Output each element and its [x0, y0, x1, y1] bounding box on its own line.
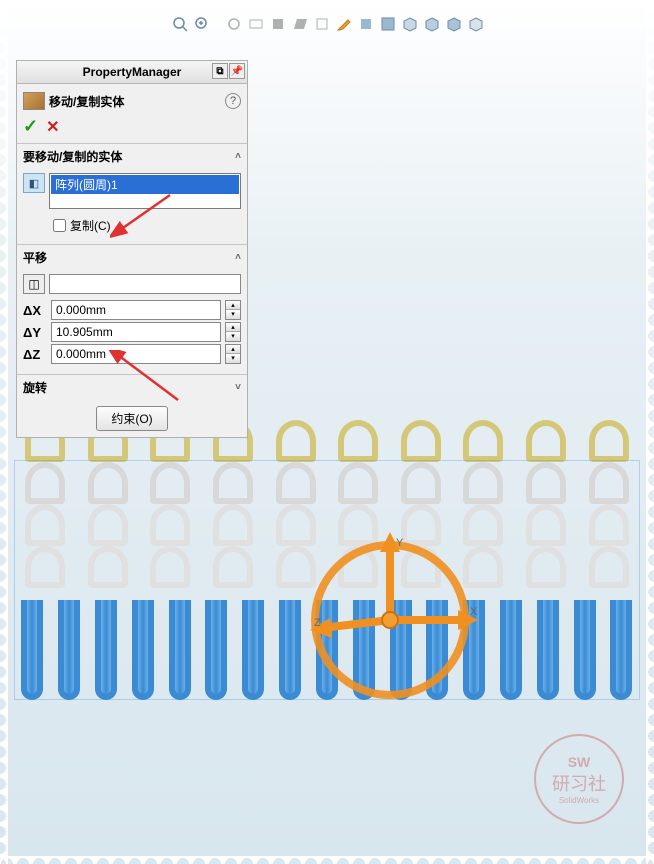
dx-input[interactable] [51, 300, 221, 320]
cube3-icon[interactable] [444, 14, 464, 34]
pm-confirm-row: ✓ ✕ [17, 114, 247, 143]
constraint-button[interactable]: 约束(O) [96, 406, 167, 431]
pm-collapse-icon[interactable]: ⧉ [212, 63, 228, 79]
dx-spinner[interactable]: ▴▾ [225, 300, 241, 320]
rotate-section: 旋转 ˅ [17, 374, 247, 400]
zoom-area-icon[interactable] [192, 14, 212, 34]
bodies-section: 要移动/复制的实体 ˄ ◧ 阵列(圆周)1 复制(C) [17, 143, 247, 244]
graphics-viewport[interactable] [14, 420, 640, 764]
move-copy-icon [23, 92, 45, 110]
rotate-section-header[interactable]: 旋转 ˅ [17, 375, 247, 400]
watermark-sw: SW [568, 754, 591, 770]
chevron-up-icon: ˄ [235, 252, 241, 263]
dy-label: ΔY [23, 325, 47, 340]
view-settings-icon[interactable] [378, 14, 398, 34]
ok-button[interactable]: ✓ [23, 116, 38, 137]
section-view-icon[interactable] [246, 14, 266, 34]
pm-header-title: PropertyManager [83, 65, 182, 79]
cube2-icon[interactable] [422, 14, 442, 34]
cube1-icon[interactable] [400, 14, 420, 34]
translate-section: 平移 ˄ ◫ ΔX ▴▾ ΔY ▴▾ ΔZ ▴▾ [17, 244, 247, 374]
translate-header-label: 平移 [23, 249, 47, 266]
copy-checkbox[interactable] [53, 219, 66, 232]
body-select-icon[interactable]: ◧ [23, 173, 45, 193]
dz-spinner[interactable]: ▴▾ [225, 344, 241, 364]
display-style-icon[interactable] [290, 14, 310, 34]
translate-section-header[interactable]: 平移 ˄ [17, 245, 247, 270]
translate-reference-icon[interactable]: ◫ [23, 274, 45, 294]
help-icon[interactable]: ? [225, 93, 241, 109]
cancel-button[interactable]: ✕ [46, 117, 59, 137]
dy-input[interactable] [51, 322, 221, 342]
pm-feature-title-row: 移动/复制实体 ? [17, 84, 247, 114]
copy-checkbox-label: 复制(C) [70, 217, 111, 234]
pm-feature-title: 移动/复制实体 [49, 93, 124, 110]
dy-spinner[interactable]: ▴▾ [225, 322, 241, 342]
selected-body-item[interactable]: 阵列(圆周)1 [51, 175, 239, 194]
divider [214, 14, 222, 34]
pm-pin-icon[interactable]: 📌 [229, 63, 245, 79]
dz-input[interactable] [51, 344, 221, 364]
rotate-header-label: 旋转 [23, 379, 47, 396]
view-toolbar [170, 14, 486, 34]
dx-label: ΔX [23, 303, 47, 318]
watermark-text: 研习社 [552, 770, 606, 796]
chevron-down-icon: ˅ [235, 382, 241, 393]
previous-view-icon[interactable] [224, 14, 244, 34]
bodies-selection-list[interactable]: 阵列(圆周)1 [49, 173, 241, 209]
bodies-header-label: 要移动/复制的实体 [23, 148, 122, 165]
edit-appearance-icon[interactable] [334, 14, 354, 34]
chevron-up-icon: ˄ [235, 151, 241, 162]
bodies-section-header[interactable]: 要移动/复制的实体 ˄ [17, 144, 247, 169]
watermark-logo: SW 研习社 SolidWorks [534, 734, 624, 824]
hide-show-icon[interactable] [312, 14, 332, 34]
pm-header: PropertyManager ⧉ 📌 [17, 61, 247, 84]
property-manager-panel: PropertyManager ⧉ 📌 移动/复制实体 ? ✓ ✕ 要移动/复制… [16, 60, 248, 438]
apply-scene-icon[interactable] [356, 14, 376, 34]
watermark-sub: SolidWorks [559, 796, 599, 805]
zoom-fit-icon[interactable] [170, 14, 190, 34]
cube4-icon[interactable] [466, 14, 486, 34]
dz-label: ΔZ [23, 347, 47, 362]
translate-reference-input[interactable] [49, 274, 241, 294]
view-orientation-icon[interactable] [268, 14, 288, 34]
